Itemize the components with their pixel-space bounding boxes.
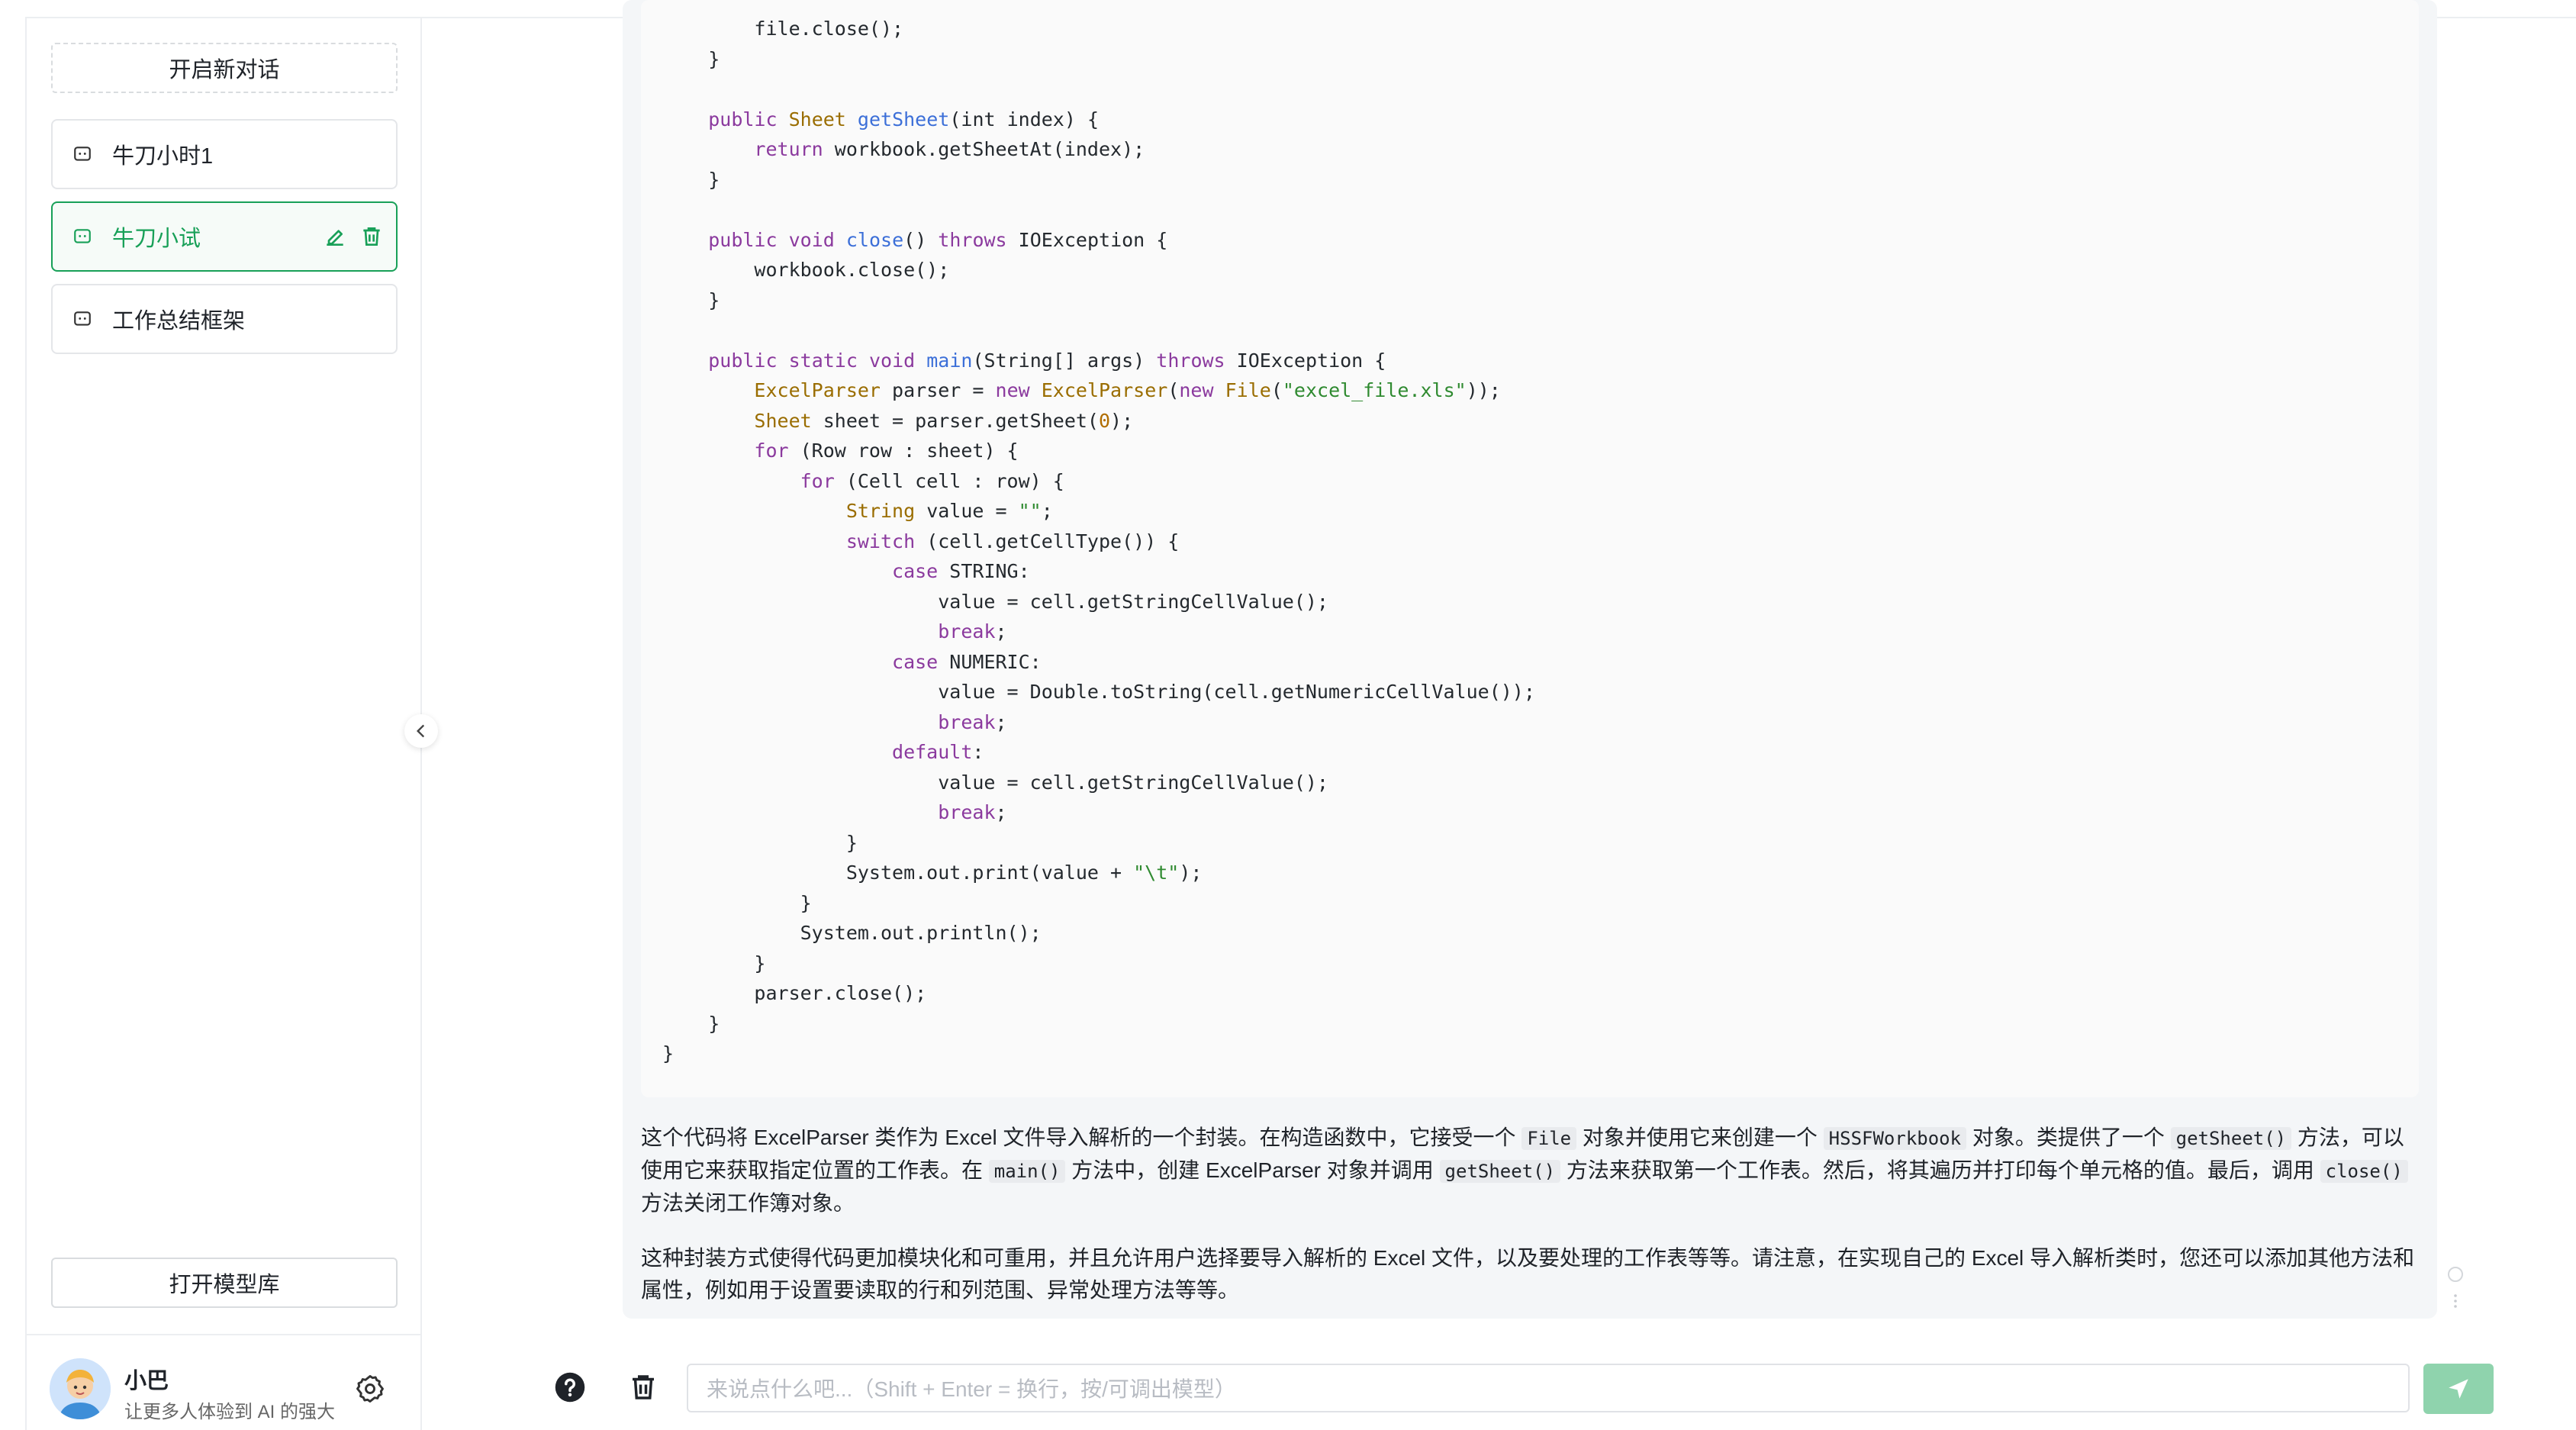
sidebar-footer-divider xyxy=(27,1334,420,1335)
conversation-title: 工作总结框架 xyxy=(112,309,246,333)
sidebar: 开启新对话 牛刀小时1 牛刀小试 工作总结框架 打开模型库 小巴 让更多人体验到… xyxy=(25,18,422,1430)
question-circle-icon xyxy=(555,1372,585,1403)
inline-code: HSSFWorkbook xyxy=(1823,1127,1967,1150)
text-segment: 这个代码将 ExcelParser 类作为 Excel 文件导入解析的一个封装。… xyxy=(641,1126,1522,1149)
message-paragraph-1: 这个代码将 ExcelParser 类作为 Excel 文件导入解析的一个封装。… xyxy=(641,1122,2419,1219)
chat-bubble-icon xyxy=(74,311,91,326)
send-button[interactable] xyxy=(2423,1364,2494,1414)
inline-code: getSheet() xyxy=(2170,1127,2292,1150)
conversation-item-active[interactable]: 牛刀小试 xyxy=(51,201,398,272)
text-segment: 方法来获取第一个工作表。然后，将其遍历并打印每个单元格的值。最后，调用 xyxy=(1560,1158,2320,1182)
edit-icon[interactable] xyxy=(323,224,347,249)
user-avatar-icon xyxy=(50,1358,111,1419)
text-segment: 对象。类提供了一个 xyxy=(1966,1126,2171,1149)
code-content: file.close(); } public Sheet getSheet(in… xyxy=(662,18,1535,1064)
user-name: 小巴 xyxy=(124,1369,169,1393)
settings-button[interactable] xyxy=(353,1372,387,1406)
delete-icon[interactable] xyxy=(359,224,384,249)
new-chat-button[interactable]: 开启新对话 xyxy=(51,43,398,93)
conversation-item[interactable]: 牛刀小时1 xyxy=(51,119,398,189)
text-segment: 对象并使用它来创建一个 xyxy=(1576,1126,1824,1149)
message-status-icons xyxy=(2448,1267,2463,1308)
inline-code: File xyxy=(1521,1127,1577,1150)
collapse-sidebar-button[interactable] xyxy=(404,714,438,748)
open-model-library-button[interactable]: 打开模型库 xyxy=(51,1258,398,1308)
send-icon xyxy=(2449,1379,2468,1399)
user-subtitle: 让更多人体验到 AI 的强大 xyxy=(124,1402,336,1422)
text-segment: 方法关闭工作簿对象。 xyxy=(641,1191,855,1215)
trash-icon xyxy=(633,1375,654,1399)
message-side-controls xyxy=(2446,1265,2465,1315)
conversation-title: 牛刀小时1 xyxy=(112,144,214,169)
message-input[interactable]: 来说点什么吧...（Shift + Enter = 换行，按/可调出模型） xyxy=(687,1364,2410,1412)
gear-icon xyxy=(356,1375,384,1403)
chat-bubble-icon xyxy=(74,229,91,243)
inline-code: close() xyxy=(2320,1160,2408,1183)
conversation-item[interactable]: 工作总结框架 xyxy=(51,284,398,354)
message-paragraph-2: 这种封装方式使得代码更加模块化和可重用，并且允许用户选择要导入解析的 Excel… xyxy=(641,1246,2415,1302)
clear-chat-button[interactable] xyxy=(627,1371,659,1403)
text-segment: 方法中，创建 ExcelParser 对象并调用 xyxy=(1065,1158,1440,1182)
chevron-left-icon xyxy=(416,724,425,738)
conversation-title: 牛刀小试 xyxy=(112,227,201,251)
help-button[interactable] xyxy=(554,1371,586,1403)
inline-code: main() xyxy=(988,1160,1066,1183)
chat-bubble-icon xyxy=(74,147,91,161)
avatar[interactable] xyxy=(50,1358,111,1419)
inline-code: getSheet() xyxy=(1439,1160,1561,1183)
code-block: file.close(); } public Sheet getSheet(in… xyxy=(641,0,2419,1097)
